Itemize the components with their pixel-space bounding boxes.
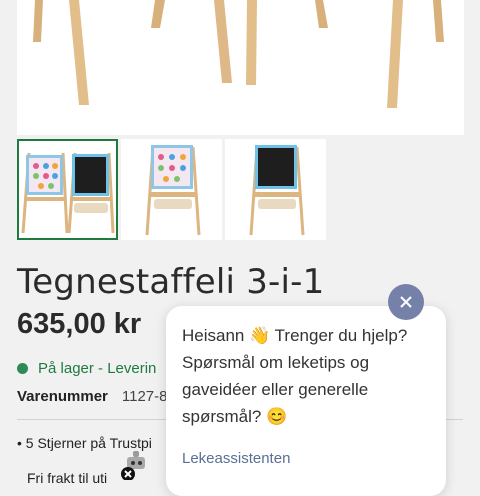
easel-chalkboard-thumb-icon bbox=[249, 145, 305, 236]
sku-value: 1127-8 bbox=[121, 388, 168, 405]
feature-bullet: • 5 Stjerner på Trustpi bbox=[17, 435, 152, 451]
in-stock-dot-icon bbox=[17, 363, 28, 374]
chat-close-button[interactable] bbox=[388, 284, 424, 320]
chat-bot-icon[interactable] bbox=[118, 450, 154, 480]
stock-status-text: På lager - Leverin bbox=[38, 360, 157, 377]
thumbnail-1[interactable] bbox=[17, 139, 118, 240]
product-price: 635,00 kr bbox=[17, 308, 142, 340]
thumbnail-2[interactable] bbox=[121, 139, 222, 240]
chat-popup[interactable]: Heisann 👋 Trenger du hjelp? Spørsmål om … bbox=[166, 306, 446, 496]
sku-row: Varenummer 1127-8 bbox=[17, 388, 167, 405]
easel-front-thumb-icon bbox=[21, 152, 115, 234]
thumbnail-3[interactable] bbox=[225, 139, 326, 240]
easel-whiteboard-thumb-icon bbox=[145, 145, 201, 236]
product-title: Tegnestaffeli 3-i-1 bbox=[17, 262, 325, 302]
chat-sender-name: Lekeassistenten bbox=[182, 450, 291, 467]
chat-message: Heisann 👋 Trenger du hjelp? Spørsmål om … bbox=[182, 326, 408, 426]
easel-legs-illustration bbox=[33, 0, 444, 108]
feature-bullet: Fri frakt til uti bbox=[27, 470, 108, 486]
product-hero-image[interactable] bbox=[17, 0, 464, 135]
stock-status: På lager - Leverin bbox=[17, 360, 156, 377]
close-icon bbox=[400, 296, 412, 308]
sku-label: Varenummer bbox=[17, 388, 108, 405]
